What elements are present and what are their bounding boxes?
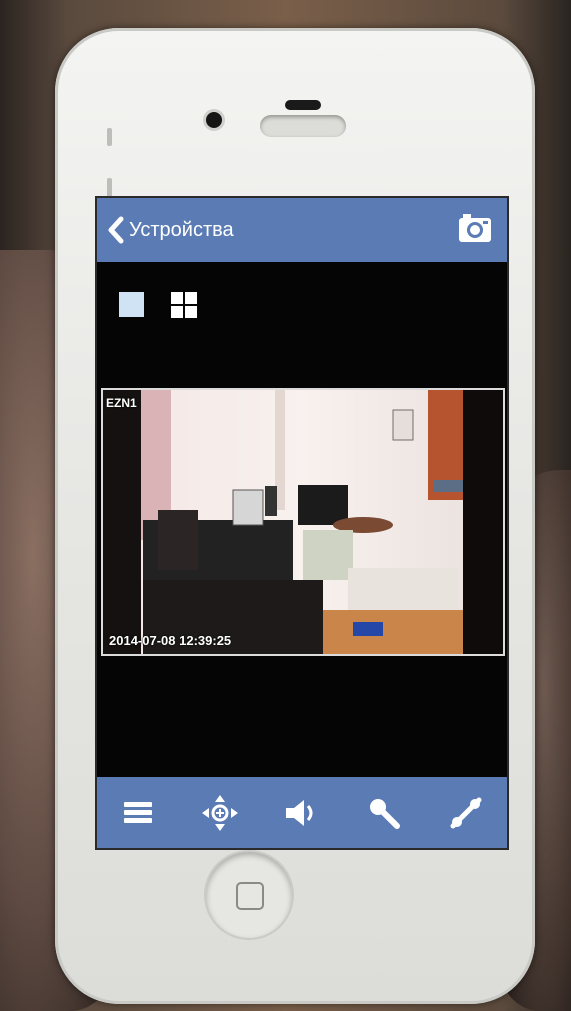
ptz-control-icon xyxy=(202,794,238,831)
record-icon xyxy=(450,797,482,828)
single-view-button[interactable] xyxy=(119,292,144,317)
home-button[interactable] xyxy=(206,852,292,938)
bottom-toolbar xyxy=(97,777,507,848)
record-button[interactable] xyxy=(446,793,486,833)
earpiece xyxy=(260,115,346,137)
home-square-icon xyxy=(236,882,264,910)
live-view-area: EZN1 2014-07-08 12:39:25 xyxy=(97,262,507,777)
camera-name-overlay: EZN1 xyxy=(106,396,137,410)
mute-switch xyxy=(107,128,112,146)
ptz-button[interactable] xyxy=(200,793,240,833)
back-button-label: Устройства xyxy=(129,218,234,241)
back-button[interactable]: Устройства xyxy=(107,214,234,246)
timestamp-overlay: 2014-07-08 12:39:25 xyxy=(109,633,232,648)
phone-screen: Устройства EZN1 2014-07-08 12:39:25 xyxy=(95,196,509,850)
snapshot-button[interactable] xyxy=(457,212,493,246)
camera-icon xyxy=(459,214,491,242)
front-camera xyxy=(206,112,222,128)
video-frame-image xyxy=(103,390,503,654)
camera-video-feed[interactable]: EZN1 2014-07-08 12:39:25 xyxy=(101,388,505,656)
top-speaker-slot xyxy=(285,100,321,110)
navigation-bar: Устройства xyxy=(97,198,507,262)
microphone-icon xyxy=(370,798,400,829)
quad-view-icon xyxy=(171,292,183,304)
audio-button[interactable] xyxy=(282,793,322,833)
speaker-icon xyxy=(286,799,313,826)
menu-icon xyxy=(124,801,152,823)
talk-button[interactable] xyxy=(364,793,404,833)
menu-button[interactable] xyxy=(118,793,158,833)
chevron-left-icon xyxy=(108,216,124,244)
quad-view-button[interactable] xyxy=(171,292,197,318)
